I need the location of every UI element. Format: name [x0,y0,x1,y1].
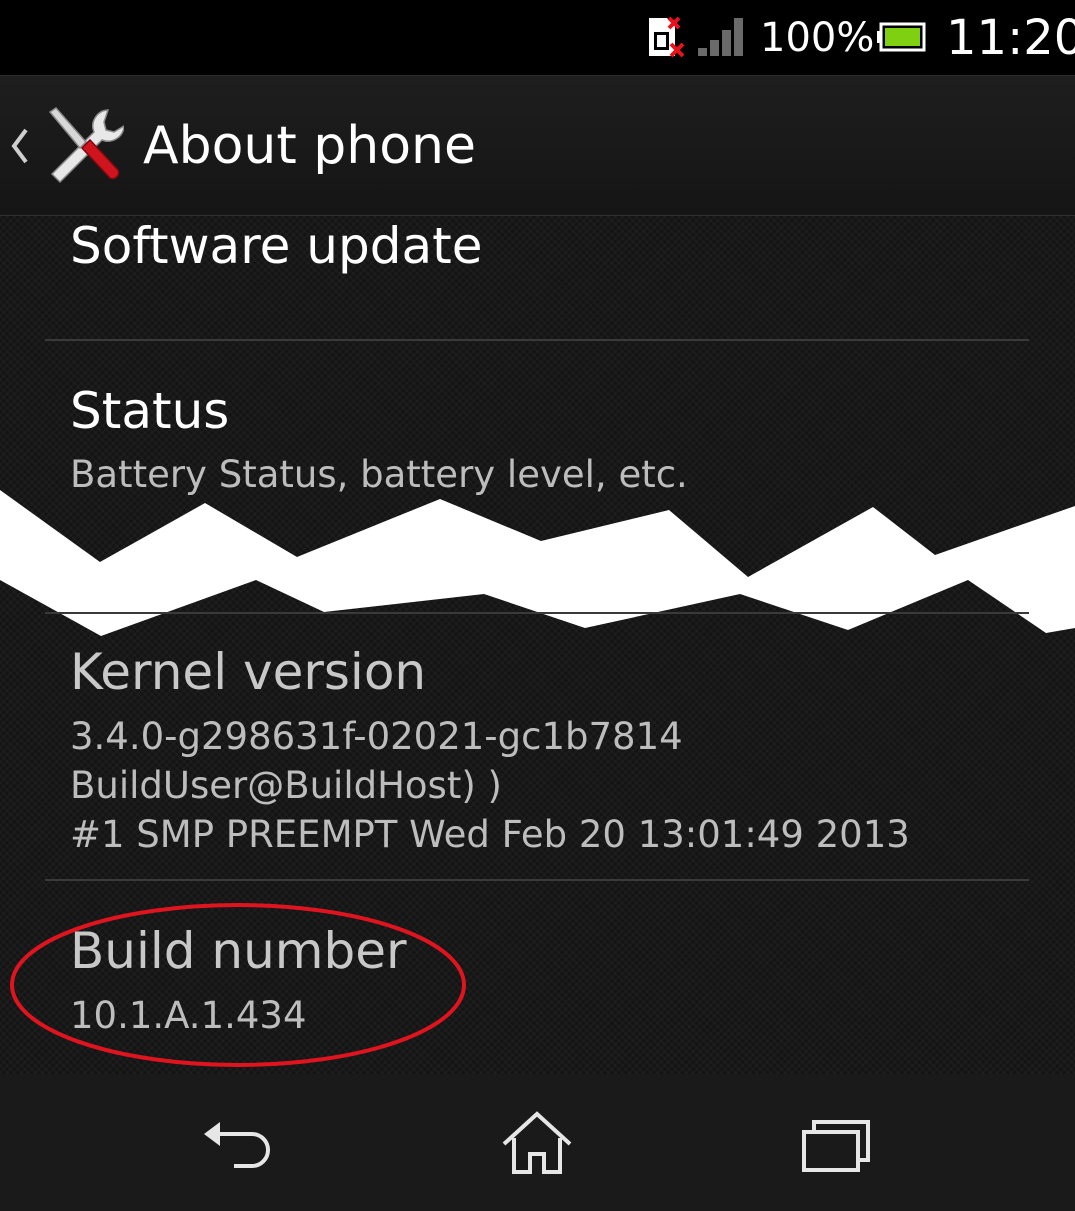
torn-separator [0,490,1075,636]
pref-title: Software update [70,217,483,275]
clock: 11:20 [946,10,1075,66]
no-signal-icon [698,18,743,56]
page-title: About phone [143,116,476,176]
annotation-ellipse [10,903,466,1067]
chevron-left-icon[interactable] [8,124,32,168]
screen: 100% 11:20 About phone Software update S… [0,0,1075,1211]
divider [45,339,1029,341]
pref-title: Kernel version [70,643,427,701]
divider [45,612,1029,614]
settings-tools-icon[interactable] [42,104,124,186]
sim-missing-icon [649,16,685,58]
back-icon[interactable] [200,1112,275,1172]
home-icon[interactable] [500,1110,574,1176]
divider [45,879,1029,881]
navigation-bar [0,1074,1075,1211]
pref-summary-line: 3.4.0-g298631f-02021-gc1b7814 [70,715,683,758]
status-bar: 100% 11:20 [0,0,1075,76]
pref-summary-line: BuildUser@BuildHost) ) [70,764,502,807]
pref-summary-line: #1 SMP PREEMPT Wed Feb 20 13:01:49 2013 [70,813,910,856]
preference-list: Software update Status Battery Status, b… [0,216,1075,1074]
battery-full-icon [877,22,926,52]
battery-percent: 100% [760,15,875,61]
recent-apps-icon[interactable] [800,1114,875,1174]
pref-title: Status [70,382,230,440]
action-bar: About phone [0,76,1075,216]
